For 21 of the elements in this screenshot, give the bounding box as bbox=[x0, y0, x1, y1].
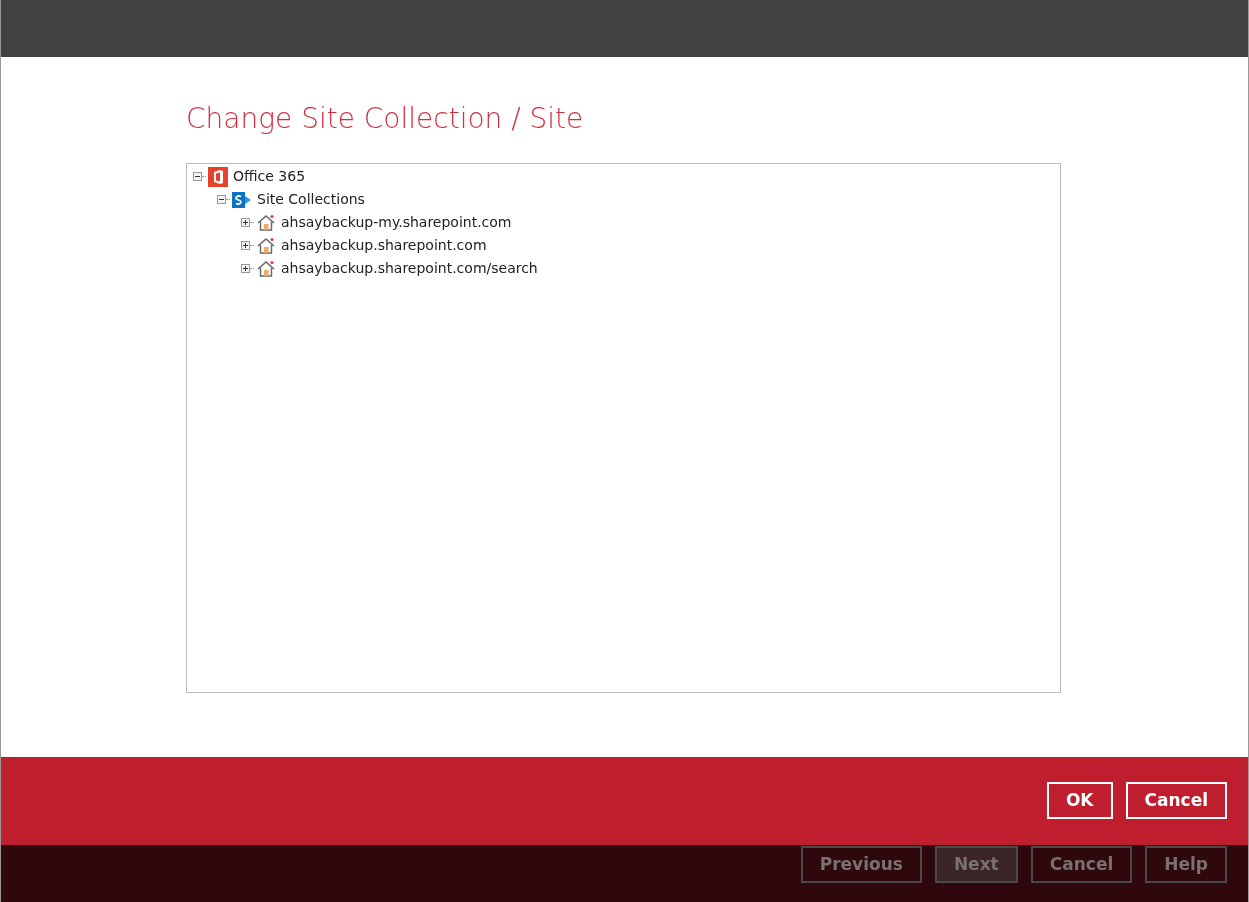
house-icon bbox=[256, 258, 276, 279]
house-icon bbox=[256, 235, 276, 256]
expand-icon[interactable] bbox=[241, 264, 250, 273]
tree-item-label[interactable]: Office 365 bbox=[233, 166, 306, 187]
dialog-button[interactable]: OK bbox=[1046, 782, 1113, 819]
tree-item-label[interactable]: ahsaybackup.sharepoint.com bbox=[281, 235, 487, 256]
wizard-button[interactable]: Cancel bbox=[1030, 846, 1133, 883]
tree-item-label[interactable]: ahsaybackup.sharepoint.com/search bbox=[281, 258, 538, 279]
expand-icon[interactable] bbox=[241, 218, 250, 227]
expand-icon[interactable] bbox=[241, 241, 250, 250]
collapse-icon[interactable] bbox=[193, 172, 202, 181]
office-logo-icon bbox=[208, 166, 228, 187]
wizard-button[interactable]: Help bbox=[1145, 846, 1227, 883]
sharepoint-logo-icon bbox=[232, 189, 252, 210]
wizard-button[interactable]: Previous bbox=[800, 846, 922, 883]
dialog-button[interactable]: Cancel bbox=[1125, 782, 1227, 819]
house-icon bbox=[256, 212, 276, 233]
tree-item-label[interactable]: Site Collections bbox=[257, 189, 365, 210]
collapse-icon[interactable] bbox=[217, 195, 226, 204]
dialog-title: Change Site Collection / Site bbox=[186, 101, 585, 137]
tree-item-label[interactable]: ahsaybackup-my.sharepoint.com bbox=[281, 212, 512, 233]
